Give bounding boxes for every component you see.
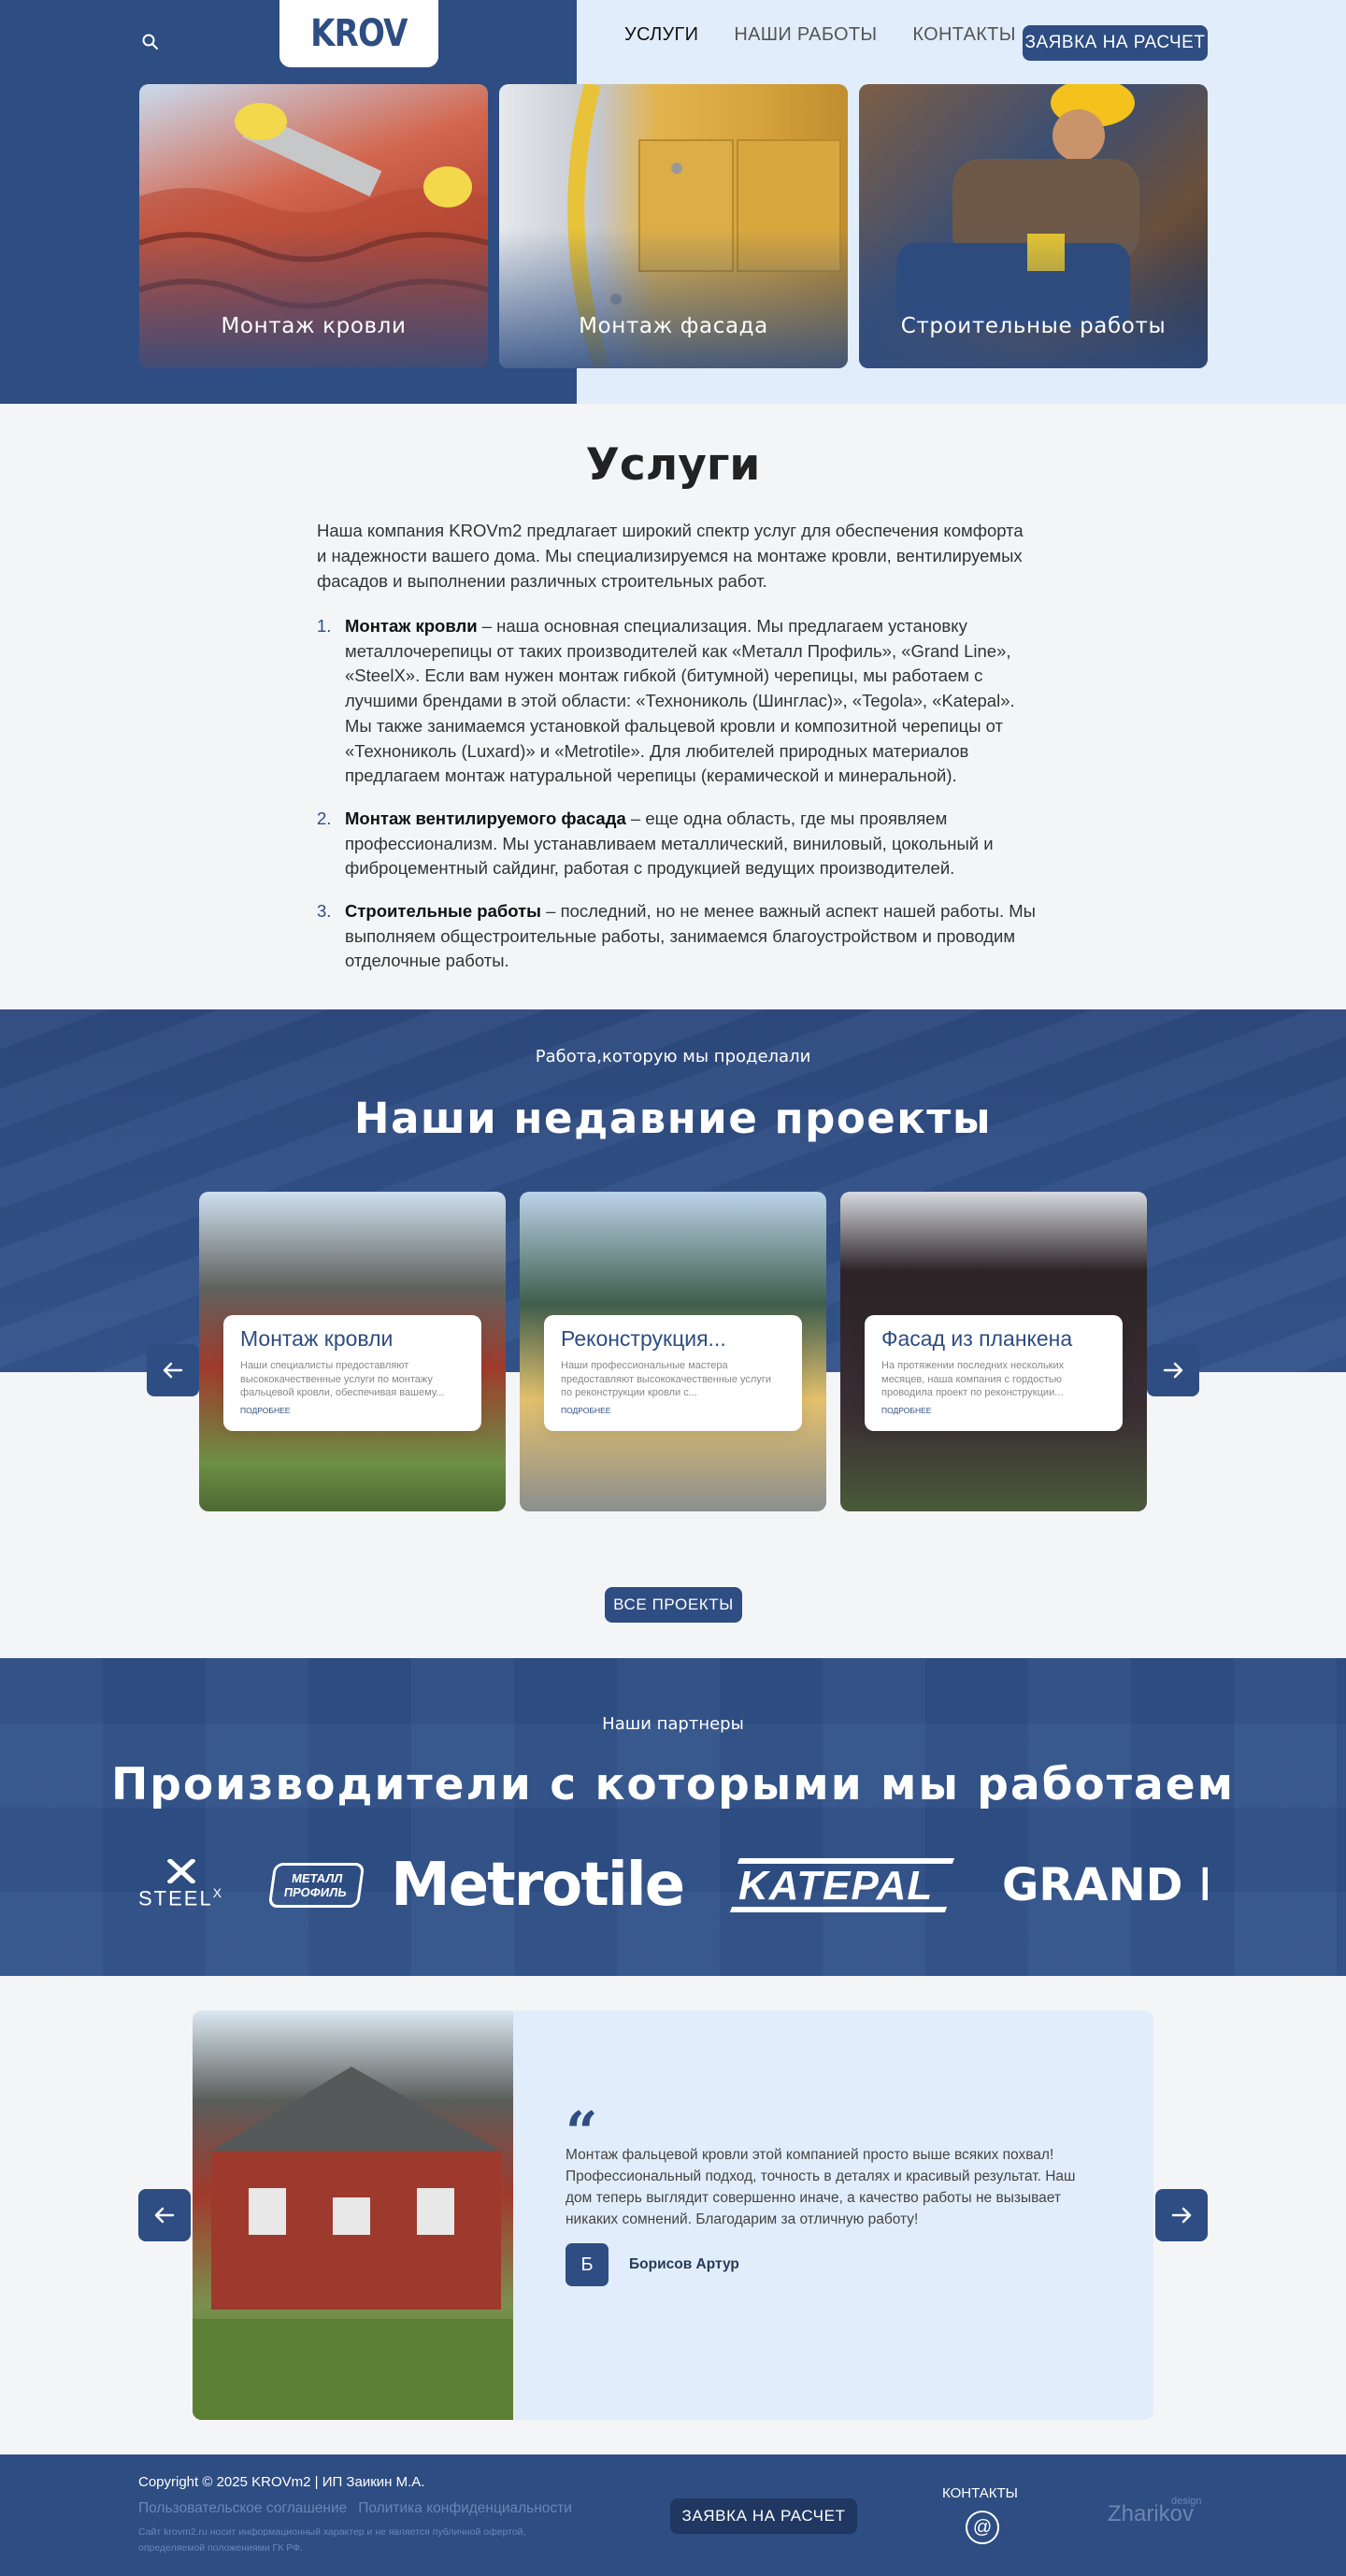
developer-brand[interactable]: Zharikov <box>1108 2501 1194 2527</box>
hero-card-construction[interactable]: Строительные работы <box>859 84 1208 368</box>
project-more-link[interactable]: подробнее <box>881 1406 1106 1415</box>
hero-card-label: Монтаж кровли <box>221 314 407 338</box>
projects-prev-button[interactable] <box>147 1344 199 1396</box>
all-projects-button[interactable]: Все проекты <box>605 1587 742 1623</box>
hero-card-facade[interactable]: Монтаж фасада <box>499 84 848 368</box>
list-item-heading: Монтаж вентилируемого фасада <box>345 808 626 828</box>
partner-logo-katepal: KATEPAL <box>729 1851 955 1920</box>
metall-profil-line2: ПРОФИЛЬ <box>282 1885 348 1899</box>
list-number: 1. <box>317 616 332 636</box>
project-card-facade[interactable]: Фасад из планкена На протяжении последни… <box>840 1192 1147 1511</box>
projects-title: Наши недавние проекты <box>353 1094 993 1143</box>
main-nav: Услуги Наши работы Контакты <box>624 24 1016 46</box>
footer-request-quote-button[interactable]: Заявка на расчет <box>670 2498 857 2534</box>
arrow-left-icon <box>163 1362 183 1379</box>
partners-title: Производители с которыми мы работаем <box>110 1759 1236 1810</box>
partner-logo-grand-line: GRAND L <box>1002 1851 1208 1920</box>
request-quote-button[interactable]: Заявка на расчет <box>1023 25 1208 61</box>
project-description: Наши специалисты предоставляют высококач… <box>240 1360 445 1398</box>
list-item-text: – наша основная специализация. Мы предла… <box>345 616 1015 786</box>
footer-disclaimer: Сайт krovm2.ru носит информационный хара… <box>138 2526 526 2554</box>
projects-kicker: Работа,которую мы проделали <box>535 1047 811 1066</box>
project-title: Реконструкция... <box>561 1326 726 1351</box>
reviews-prev-button[interactable] <box>138 2189 191 2241</box>
partners-kicker: Наши партнеры <box>602 1714 744 1734</box>
request-quote-label: Заявка на расчет <box>1024 33 1206 52</box>
metrotile-text: Metrotile <box>391 1851 685 1920</box>
nav-item-works[interactable]: Наши работы <box>734 24 877 46</box>
grand-line-text: GRAND L <box>1002 1859 1208 1911</box>
card-overlay <box>139 228 488 368</box>
partner-logo-metall-profil: МЕТАЛЛ ПРОФИЛЬ <box>267 1851 365 1920</box>
review-text: Монтаж фальцевой кровли этой компанией п… <box>566 2147 1076 2227</box>
arrow-right-icon <box>1171 2207 1192 2224</box>
nav-item-services[interactable]: Услуги <box>624 24 698 46</box>
services-title: Услуги <box>585 439 761 491</box>
footer-link-terms[interactable]: Пользовательское соглашение <box>138 2500 347 2517</box>
review-house-image <box>193 2011 513 2420</box>
partner-logos: STEELX МЕТАЛЛ ПРОФИЛЬ Metrotile KATEPAL … <box>138 1851 1208 1920</box>
nav-item-contacts[interactable]: Контакты <box>912 24 1015 46</box>
footer-copyright: Copyright © 2025 KROVm2 | ИП Заикин М.А. <box>138 2474 425 2490</box>
steelx-sup: X <box>212 1885 224 1901</box>
partners-section <box>0 1658 1346 1976</box>
footer-link-privacy[interactable]: Политика конфиденциальности <box>358 2500 572 2517</box>
site-logo[interactable]: KROV <box>279 0 438 67</box>
arrow-left-icon <box>154 2207 175 2224</box>
hero-card-label: Строительные работы <box>900 314 1167 338</box>
katepal-text: KATEPAL <box>738 1863 934 1909</box>
hero-card-roofing[interactable]: Монтаж кровли <box>139 84 488 368</box>
metall-profil-line1: МЕТАЛЛ <box>291 1871 344 1885</box>
email-icon[interactable]: @ <box>966 2511 999 2544</box>
review-author: Борисов Артур <box>629 2256 739 2272</box>
arrow-right-icon <box>1163 1362 1183 1379</box>
project-description: На протяжении последних нескольких месяц… <box>881 1360 1065 1398</box>
list-number: 3. <box>317 901 332 922</box>
project-title: Фасад из планкена <box>881 1326 1073 1351</box>
list-item-heading: Строительные работы <box>345 901 541 922</box>
services-list-item: 2. Монтаж вентилируемого фасада – еще одн… <box>317 807 1037 881</box>
steelx-mark-icon <box>166 1859 195 1884</box>
list-number: 2. <box>317 808 332 828</box>
review-avatar: Б <box>566 2243 609 2286</box>
services-list-item: 3. Строительные работы – последний, но не… <box>317 899 1037 974</box>
project-more-link[interactable]: подробнее <box>561 1406 785 1415</box>
services-intro: Наша компания KROVm2 предлагает широкий … <box>317 521 1024 591</box>
card-overlay <box>859 228 1208 368</box>
card-overlay <box>499 228 848 368</box>
all-projects-label: Все проекты <box>613 1596 734 1613</box>
project-card-reconstruction[interactable]: Реконструкция... Наши профессиональные м… <box>520 1192 826 1511</box>
search-icon[interactable] <box>140 32 161 52</box>
hero-card-label: Монтаж фасада <box>579 314 768 338</box>
footer-request-quote-label: Заявка на расчет <box>681 2507 846 2525</box>
steelx-text: STEEL <box>138 1886 213 1911</box>
project-card-roofing[interactable]: Монтаж кровли Наши специалисты предостав… <box>199 1192 506 1511</box>
partner-logo-steelx: STEELX <box>138 1851 223 1920</box>
logo-text: KROV <box>310 12 408 55</box>
project-more-link[interactable]: подробнее <box>240 1406 465 1415</box>
reviews-next-button[interactable] <box>1155 2189 1208 2241</box>
project-title: Монтаж кровли <box>240 1326 394 1351</box>
list-item-heading: Монтаж кровли <box>345 616 478 636</box>
project-description: Наши профессиональные мастера предоставл… <box>561 1360 771 1398</box>
partner-logo-metrotile: Metrotile <box>391 1851 685 1920</box>
footer-contacts-heading: Контакты <box>942 2485 1018 2501</box>
services-list: 1. Монтаж кровли – наша основная специали… <box>317 614 1037 992</box>
services-list-item: 1. Монтаж кровли – наша основная специали… <box>317 614 1037 789</box>
footer-links: Пользовательское соглашение Политика кон… <box>138 2500 572 2517</box>
projects-next-button[interactable] <box>1147 1344 1199 1396</box>
